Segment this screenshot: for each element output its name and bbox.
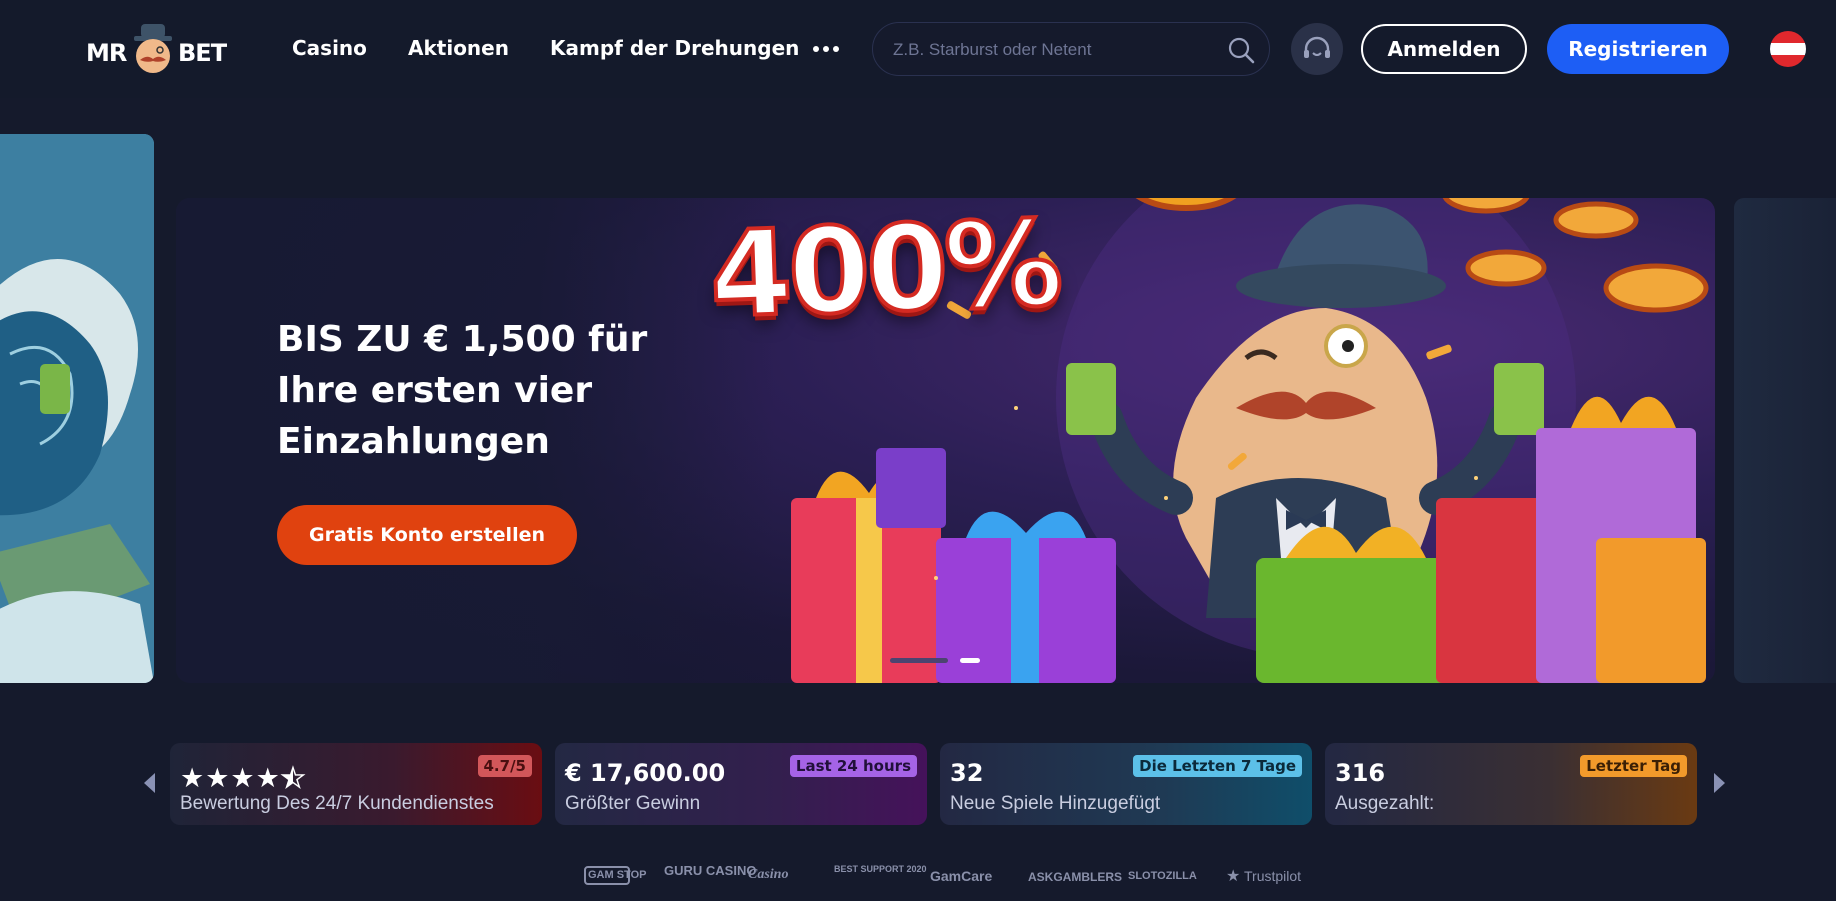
stat-label-rating: Bewertung Des 24/7 Kundendienstes	[180, 793, 494, 814]
stat-card-biggest-win: € 17,600.00 Last 24 hours Größter Gewinn	[555, 743, 927, 825]
rating-stars-icon: ★★★★★★	[180, 762, 307, 794]
stats-prev-arrow-icon[interactable]	[144, 773, 155, 793]
wave-illustration	[0, 134, 154, 683]
partner-gamstop[interactable]: GAM STOP	[584, 866, 646, 885]
partner-best-support[interactable]: BEST SUPPORT 2020	[834, 864, 927, 874]
stat-card-new-games: 32 Die Letzten 7 Tage Neue Spiele Hinzug…	[940, 743, 1312, 825]
stat-value-new-games: 32	[950, 759, 984, 787]
register-button[interactable]: Registrieren	[1547, 24, 1729, 74]
stat-label-biggest-win: Größter Gewinn	[565, 793, 701, 814]
stats-next-arrow-icon[interactable]	[1714, 773, 1725, 793]
austria-flag-icon[interactable]	[1770, 31, 1806, 67]
mrbet-logo[interactable]: MR BET	[86, 22, 228, 76]
login-button[interactable]: Anmelden	[1361, 24, 1527, 74]
stat-badge-new-games: Die Letzten 7 Tage	[1133, 755, 1302, 777]
stat-card-paid-out: 316 Letzter Tag Ausgezahlt:	[1325, 743, 1697, 825]
previous-slide-preview[interactable]	[0, 134, 154, 683]
partner-askgamblers[interactable]: ASKGAMBLERS	[1028, 870, 1122, 884]
nav-kampf-der-drehungen[interactable]: Kampf der Drehungen	[550, 36, 799, 60]
search-input[interactable]	[891, 36, 1215, 64]
partner-gamcare[interactable]: GamCare	[930, 868, 992, 884]
hero-title: BIS ZU € 1,500 für Ihre ersten vier Einz…	[277, 319, 648, 462]
search-box	[872, 22, 1270, 76]
stat-value-paid-out: 316	[1335, 759, 1386, 787]
partner-guru-casino[interactable]: GURU CASINO	[664, 864, 756, 878]
create-account-button[interactable]: Gratis Konto erstellen	[277, 505, 577, 565]
stat-badge-biggest-win: Last 24 hours	[789, 755, 917, 777]
trustpilot-star-icon: ★	[1226, 866, 1241, 885]
headset-icon	[1304, 36, 1330, 58]
stat-badge-rating: 4.7/5	[477, 755, 532, 777]
search-icon[interactable]	[1227, 36, 1255, 64]
bonus-percent: 400%	[706, 192, 1063, 346]
stat-label-paid-out: Ausgezahlt:	[1335, 793, 1435, 814]
stat-label-new-games: Neue Spiele Hinzugefügt	[950, 793, 1161, 814]
logo-text-right: BET	[178, 39, 227, 67]
more-dots-icon[interactable]	[813, 38, 841, 60]
slide-indicator-1[interactable]	[890, 658, 948, 663]
mascot-icon	[134, 24, 172, 73]
stat-value-biggest-win: € 17,600.00	[565, 759, 726, 787]
logo-text-left: MR	[86, 39, 127, 67]
partner-slotozilla[interactable]: SLOTOZILLA	[1128, 870, 1197, 882]
slide-indicator-2-active[interactable]	[960, 658, 980, 663]
support-button[interactable]	[1291, 23, 1343, 75]
nav-casino[interactable]: Casino	[292, 36, 367, 60]
next-slide-preview[interactable]	[1734, 198, 1836, 683]
top-header: MR BET Casino Aktionen Kampf der Drehung…	[0, 0, 1836, 98]
stat-card-rating: ★★★★★★ 4.7/5 Bewertung Des 24/7 Kundendi…	[170, 743, 542, 825]
partner-logos: GAM STOP GURU CASINO Casino BEST SUPPORT…	[580, 862, 1340, 896]
partner-casino[interactable]: Casino	[748, 867, 788, 883]
partner-trustpilot[interactable]: Trustpilot	[1244, 868, 1301, 884]
nav-aktionen[interactable]: Aktionen	[408, 36, 509, 60]
stat-badge-paid-out: Letzter Tag	[1580, 755, 1687, 777]
